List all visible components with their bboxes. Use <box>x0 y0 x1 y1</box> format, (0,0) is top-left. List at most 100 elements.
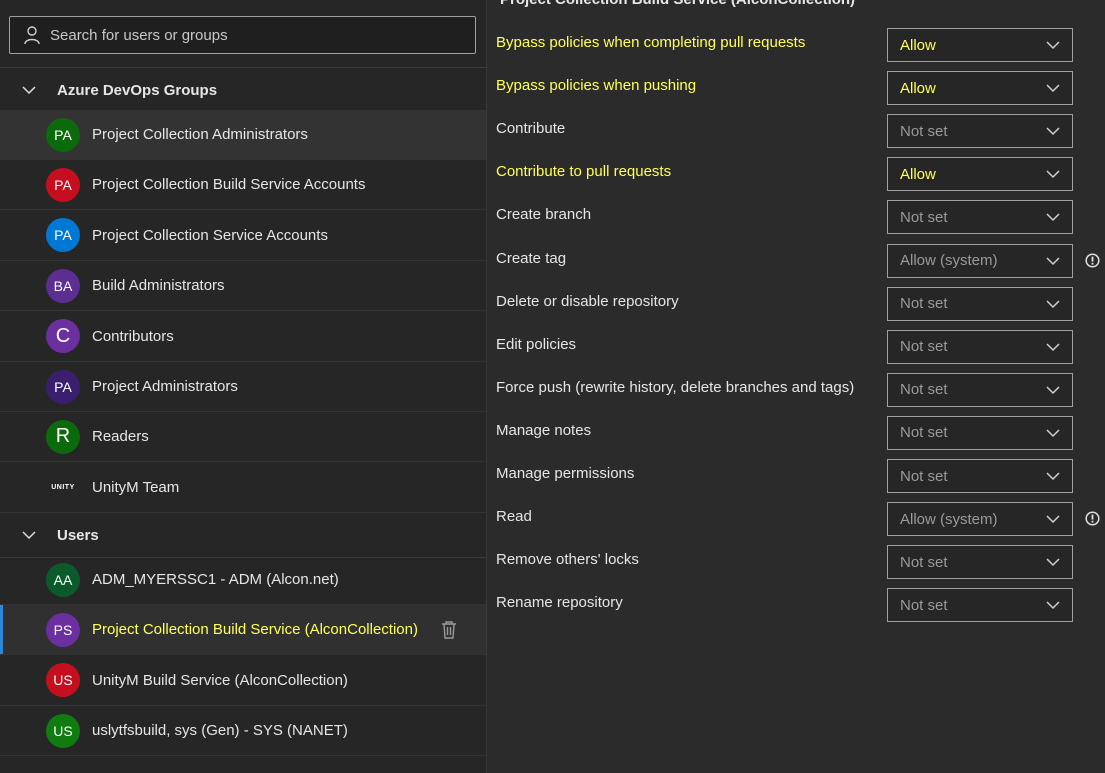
permission-value: Allow (system) <box>900 252 998 269</box>
permission-dropdown[interactable]: Not set <box>887 200 1073 235</box>
chevron-down-icon <box>1046 84 1060 93</box>
search-input[interactable]: Search for users or groups <box>50 27 228 44</box>
user-item[interactable]: US uslytfsbuild, sys (Gen) - SYS (NANET) <box>0 706 486 757</box>
permission-value: Allow (system) <box>900 510 998 528</box>
permission-row: Manage permissions Not set <box>496 459 1096 493</box>
permission-value: Not set <box>900 553 948 571</box>
permission-value: Not set <box>900 381 948 399</box>
avatar: PA <box>46 117 80 152</box>
users-header-label: Users <box>57 526 99 544</box>
identity-name: Project Collection Build Service (AlconC… <box>92 621 418 639</box>
avatar: PA <box>46 167 80 202</box>
chevron-down-icon <box>1046 429 1060 437</box>
permission-row: Manage notes Not set <box>496 415 1096 450</box>
group-item[interactable]: C Contributors <box>0 312 486 362</box>
chevron-down-icon <box>1046 558 1060 567</box>
permission-value: Not set <box>900 208 948 226</box>
groups-section-header[interactable]: Azure DevOps Groups <box>0 68 486 113</box>
trash-icon[interactable] <box>440 620 458 640</box>
info-icon[interactable] <box>1085 252 1100 268</box>
permission-value: Not set <box>900 295 948 313</box>
avatar: PA <box>46 369 80 404</box>
avatar: AA <box>46 562 80 597</box>
permission-dropdown[interactable]: Not set <box>887 329 1073 364</box>
identity-name: UnityM Team <box>92 478 180 496</box>
permission-row: Remove others' locks Not set <box>496 545 1096 580</box>
permission-label: Bypass policies when completing pull req… <box>496 34 806 51</box>
permission-label: Edit policies <box>496 335 577 353</box>
permission-value: Allow <box>900 79 936 97</box>
permission-label: Contribute to pull requests <box>496 163 672 181</box>
permission-label: Rename repository <box>496 594 623 612</box>
info-icon[interactable] <box>1085 511 1100 526</box>
permission-dropdown[interactable]: Not set <box>887 588 1073 623</box>
avatar: US <box>46 713 80 748</box>
chevron-down-icon <box>1046 127 1060 136</box>
chevron-down-icon <box>1046 386 1060 394</box>
group-item[interactable]: R Readers <box>0 412 486 463</box>
user-item[interactable]: AA ADM_MYERSSC1 - ADM (Alcon.net) <box>0 555 486 605</box>
permission-label: Manage permissions <box>496 465 635 482</box>
chevron-down-icon <box>1046 515 1060 524</box>
permission-value: Not set <box>900 424 948 442</box>
permission-value: Not set <box>900 338 948 356</box>
users-section-header[interactable]: Users <box>0 513 486 558</box>
identity-name: ADM_MYERSSC1 - ADM (Alcon.net) <box>92 571 339 588</box>
chevron-down-icon[interactable] <box>22 528 36 542</box>
avatar: PS <box>46 612 80 647</box>
avatar: R <box>46 419 80 454</box>
permission-dropdown[interactable]: Not set <box>887 545 1073 580</box>
identity-panel: Search for users or groups Azure DevOps … <box>0 0 487 773</box>
permission-row: Delete or disable repository Not set <box>496 286 1096 321</box>
permission-row: Force push (rewrite history, delete bran… <box>496 372 1096 407</box>
group-item[interactable]: BA Build Administrators <box>0 261 486 312</box>
user-item[interactable]: PS Project Collection Build Service (Alco… <box>0 605 486 656</box>
permission-value: Not set <box>900 467 948 485</box>
permission-dropdown[interactable]: Allow (system) <box>887 502 1073 537</box>
chevron-down-icon <box>1046 213 1060 222</box>
permission-dropdown[interactable]: Not set <box>887 459 1073 493</box>
permission-value: Not set <box>900 122 948 140</box>
chevron-down-icon <box>1046 472 1060 481</box>
identity-name: uslytfsbuild, sys (Gen) - SYS (NANET) <box>92 722 348 740</box>
selected-identity-title: Project Collection Build Service (AlconC… <box>500 0 855 8</box>
chevron-down-icon <box>1046 256 1060 265</box>
avatar: BA <box>46 268 80 303</box>
unity-logo: UNITY <box>51 483 75 491</box>
permission-label: Remove others' locks <box>496 551 639 569</box>
avatar: US <box>46 663 80 698</box>
chevron-down-icon <box>1046 343 1060 351</box>
permission-row: Rename repository Not set <box>496 588 1096 623</box>
permission-dropdown[interactable]: Allow (system) <box>887 243 1073 278</box>
permission-row: Read Allow (system) <box>496 502 1100 537</box>
user-item[interactable]: US UnityM Build Service (AlconCollection) <box>0 656 486 706</box>
permission-dropdown[interactable]: Allow <box>887 157 1073 192</box>
permission-value: Not set <box>900 596 948 614</box>
permission-dropdown[interactable]: Not set <box>887 415 1073 450</box>
group-item[interactable]: PA Project Collection Administrators <box>0 110 486 160</box>
permission-value: Allow <box>900 36 936 54</box>
group-item[interactable]: PA Project Collection Service Accounts <box>0 211 486 261</box>
permission-label: Contribute <box>496 120 566 138</box>
identity-name: Project Collection Service Accounts <box>92 226 328 244</box>
permission-dropdown[interactable]: Not set <box>887 286 1073 321</box>
group-item[interactable]: PA Project Collection Build Service Accou… <box>0 160 486 211</box>
permission-dropdown[interactable]: Not set <box>887 114 1073 149</box>
permission-dropdown[interactable]: Allow <box>887 71 1073 106</box>
identity-name: Build Administrators <box>92 277 225 295</box>
identity-name: Contributors <box>92 327 174 345</box>
permission-label: Create tag <box>496 249 567 267</box>
permission-row: Bypass policies when pushing Allow <box>496 71 1096 106</box>
search-box[interactable]: Search for users or groups <box>9 16 476 54</box>
identity-name: Project Collection Build Service Account… <box>92 176 366 194</box>
permission-dropdown[interactable]: Allow <box>887 28 1073 62</box>
permission-row: Create branch Not set <box>496 200 1096 235</box>
group-item[interactable]: PA Project Administrators <box>0 362 486 412</box>
group-item[interactable]: UNITY UnityM Team <box>0 463 486 513</box>
identity-name: UnityM Build Service (AlconCollection) <box>92 671 348 689</box>
chevron-down-icon <box>1046 170 1060 179</box>
permission-dropdown[interactable]: Not set <box>887 372 1073 407</box>
chevron-down-icon[interactable] <box>22 83 36 97</box>
permission-label: Delete or disable repository <box>496 292 679 310</box>
permission-label: Create branch <box>496 206 592 224</box>
